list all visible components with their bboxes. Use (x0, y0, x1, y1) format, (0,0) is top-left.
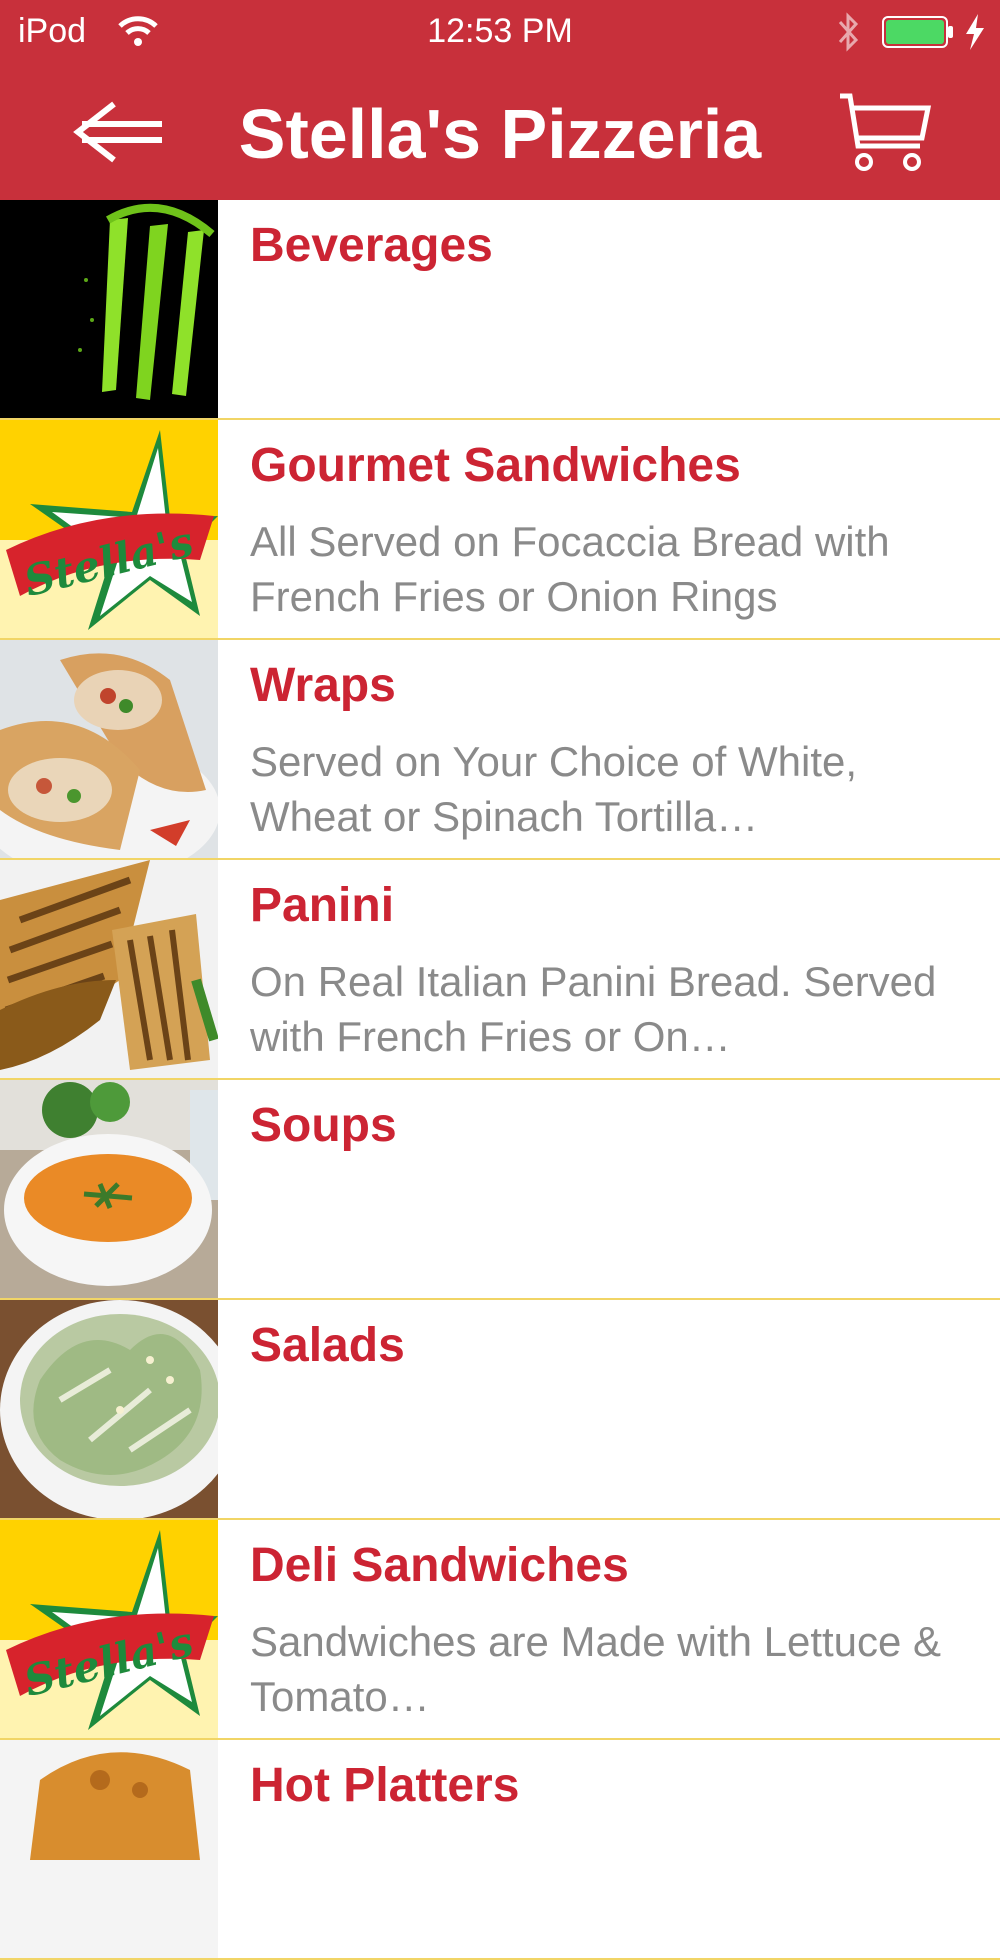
category-row-soups[interactable]: Soups (0, 1080, 1000, 1300)
salad-photo (0, 1300, 218, 1518)
category-row-panini[interactable]: Panini On Real Italian Panini Bread. Ser… (0, 860, 1000, 1080)
stellas-logo: Stella's (0, 1520, 218, 1738)
category-title: Panini (250, 879, 395, 932)
panini-photo (0, 860, 218, 1078)
category-title: Hot Platters (250, 1759, 520, 1812)
bluetooth-icon (838, 12, 859, 52)
category-title: Beverages (250, 219, 493, 272)
category-row-hot-platters[interactable]: Hot Platters (0, 1740, 1000, 1960)
stellas-logo: Stella's (0, 420, 218, 638)
category-list: Beverages Stella's Gourmet Sandwiches Al… (0, 200, 1000, 1960)
category-title: Salads (250, 1319, 405, 1372)
category-title: Wraps (250, 659, 396, 712)
category-description: Sandwiches are Made with Lettuce & Tomat… (250, 1618, 942, 1720)
shopping-cart-icon[interactable] (836, 92, 932, 178)
wraps-photo (0, 640, 218, 858)
category-row-deli-sandwiches[interactable]: Stella's Deli Sandwiches Sandwiches are … (0, 1520, 1000, 1740)
category-row-beverages[interactable]: Beverages (0, 200, 1000, 420)
header: iPod 12:53 PM Stella's Pizzeria (0, 0, 1000, 200)
category-row-salads[interactable]: Salads (0, 1300, 1000, 1520)
charging-bolt-icon (966, 14, 984, 50)
category-title: Gourmet Sandwiches (250, 439, 741, 492)
category-description: All Served on Focaccia Bread with French… (250, 518, 890, 620)
category-title: Soups (250, 1099, 397, 1152)
category-row-wraps[interactable]: Wraps Served on Your Choice of White, Wh… (0, 640, 1000, 860)
status-bar: iPod 12:53 PM (0, 0, 1000, 64)
category-description: Served on Your Choice of White, Wheat or… (250, 738, 858, 840)
soup-photo (0, 1080, 218, 1298)
navigation-bar: Stella's Pizzeria (0, 64, 1000, 200)
platter-photo (0, 1740, 218, 1958)
battery-icon (882, 16, 953, 48)
category-description: On Real Italian Panini Bread. Served wit… (250, 958, 937, 1060)
monster-energy-logo (0, 200, 218, 418)
category-title: Deli Sandwiches (250, 1539, 629, 1592)
category-row-gourmet-sandwiches[interactable]: Stella's Gourmet Sandwiches All Served o… (0, 420, 1000, 640)
